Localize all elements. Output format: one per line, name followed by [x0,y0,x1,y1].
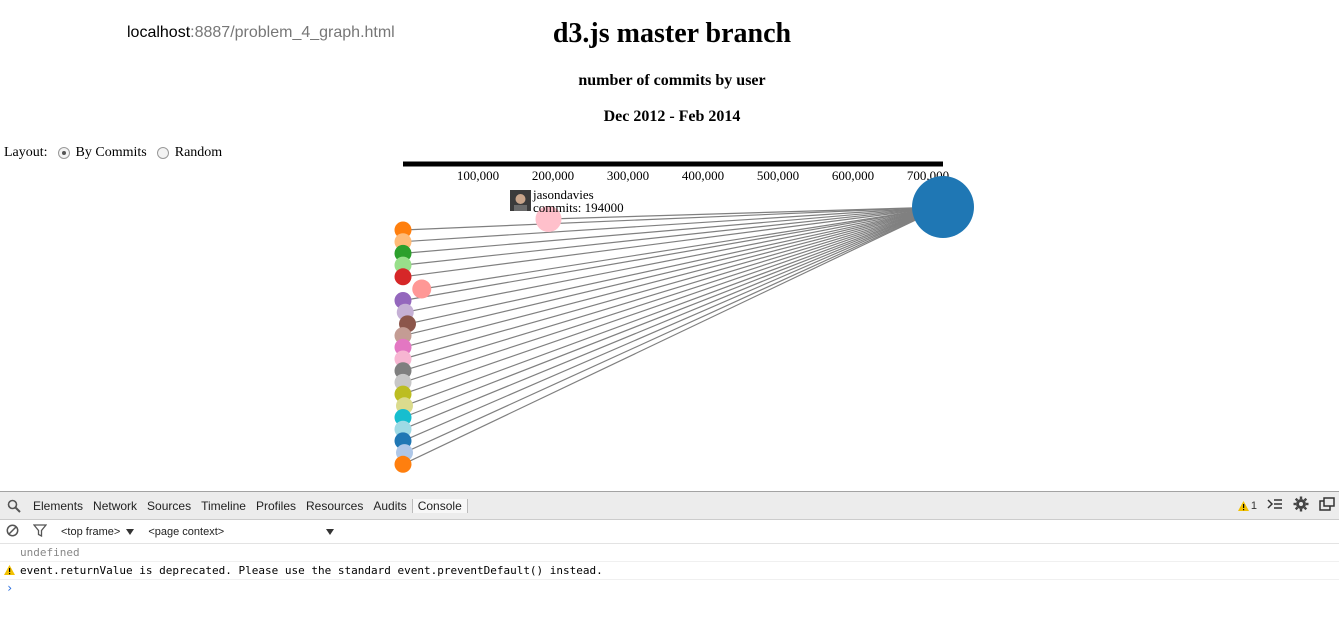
context-select-value: <page context> [148,525,225,538]
warning-count: 1 [1250,499,1257,512]
user-node [412,279,432,299]
tab-console[interactable]: Console [411,498,468,513]
console-warning: event.returnValue is deprecated. Please … [0,562,1339,580]
graph-links [402,206,944,465]
axis-tick-label: 200,000 [532,168,574,183]
graph-link [421,206,944,290]
avatar [510,190,531,211]
context-select[interactable]: <page context> [148,525,335,538]
tab-sources[interactable]: Sources [142,499,196,513]
clear-console-icon[interactable] [6,524,19,540]
devtools-panel: Elements Network Sources Timeline Profil… [0,491,1339,640]
warning-icon [4,565,15,578]
warning-icon [1237,500,1249,511]
hub-node [912,176,974,238]
gear-icon[interactable] [1293,496,1309,515]
avatar-face [515,194,526,204]
console-filterbar: <top frame> <page context> [0,520,1339,544]
console-message: undefined [0,544,1339,562]
tab-profiles[interactable]: Profiles [251,499,301,513]
axis-tick-label: 600,000 [832,168,874,183]
graph-link [402,206,944,302]
avatar-body [514,205,527,211]
drawer-toggle-icon[interactable] [1267,498,1283,513]
user-node [394,455,412,473]
filter-icon[interactable] [32,523,48,540]
axis-tick-label: 500,000 [757,168,799,183]
node-tooltip: jasondaviescommits: 194000 [510,187,624,215]
x-axis: 100,000 200,000 300,000 400,000 500,000 600,0… [403,161,949,183]
tooltip-commits: commits: 194000 [533,200,624,215]
devtools-right-controls: 1 [1237,492,1335,519]
chevron-down-icon [126,528,135,535]
devtools-toolbar: Elements Network Sources Timeline Profil… [0,492,1339,520]
tab-timeline[interactable]: Timeline [196,499,251,513]
warning-counter[interactable]: 1 [1237,499,1257,512]
graph-link [404,206,944,454]
chevron-down-icon [326,528,335,535]
graph-link [402,206,944,383]
axis-tick-label: 100,000 [457,168,499,183]
tab-network[interactable]: Network [88,499,142,513]
console-prompt[interactable]: › [0,580,1339,597]
console-warning-text: event.returnValue is deprecated. Please … [20,564,603,577]
graph-link [405,206,944,313]
search-icon[interactable] [0,499,28,513]
graph-link [402,206,944,372]
tab-resources[interactable]: Resources [301,499,368,513]
commits-graph: 100,000 200,000 300,000 400,000 500,000 600,0… [394,161,974,473]
user-node [394,268,412,286]
undock-icon[interactable] [1319,497,1335,514]
graph-link [402,206,944,430]
tab-audits[interactable]: Audits [368,499,411,513]
graph-link [402,206,944,348]
tab-elements[interactable]: Elements [28,499,88,513]
axis-tick-label: 400,000 [682,168,724,183]
frame-select[interactable]: <top frame> [61,525,135,538]
axis-tick-label: 300,000 [607,168,649,183]
graph-link [402,206,944,395]
frame-select-value: <top frame> [61,525,121,538]
graph-link [402,206,944,419]
console-message-text: undefined [20,546,80,559]
